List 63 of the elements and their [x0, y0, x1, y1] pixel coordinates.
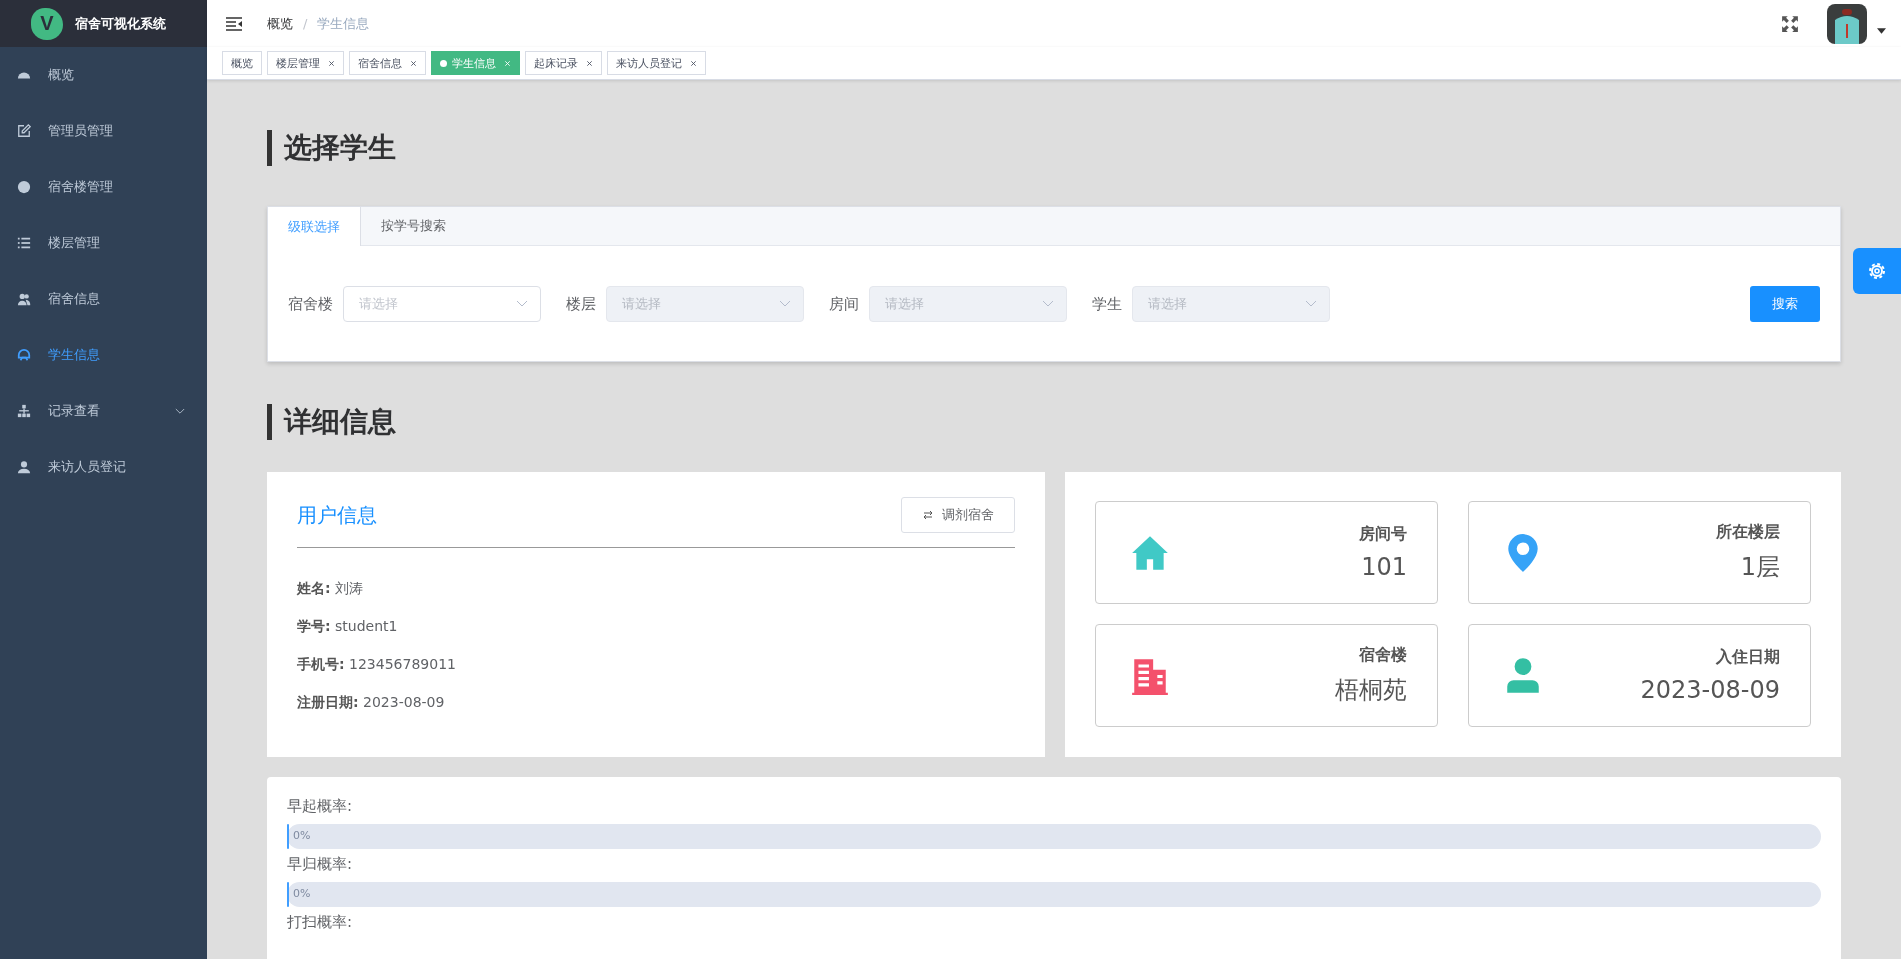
- field-label: 房间: [829, 294, 859, 314]
- stat-value: 梧桐苑: [1335, 675, 1407, 706]
- close-icon[interactable]: [690, 59, 697, 67]
- close-icon[interactable]: [586, 59, 593, 67]
- breadcrumb-item[interactable]: 概览: [267, 14, 293, 33]
- stat-label: 所在楼层: [1716, 522, 1780, 543]
- tab[interactable]: 概览: [222, 51, 262, 75]
- transfer-button[interactable]: 调剂宿舍: [901, 497, 1015, 533]
- field-label: 学生: [1092, 294, 1122, 314]
- users-icon: [17, 292, 31, 306]
- progress-text: 0%: [293, 887, 311, 900]
- caret-icon[interactable]: [1877, 27, 1886, 34]
- breadcrumb-item: 学生信息: [317, 14, 370, 33]
- list-icon: [17, 236, 31, 250]
- info-text: 手机号: 123456789011: [297, 656, 457, 674]
- tab[interactable]: 楼层管理: [267, 51, 344, 75]
- field-label: 宿舍楼: [288, 294, 333, 314]
- info-text: 姓名: 刘涛: [297, 580, 365, 598]
- tab[interactable]: 起床记录: [525, 51, 602, 75]
- edit-icon: [17, 124, 31, 138]
- section-heading: 选择学生: [267, 130, 396, 166]
- info-text: 学号: student1: [297, 618, 399, 636]
- sidebar-item[interactable]: 学生信息: [0, 327, 207, 383]
- card-title: 用户信息: [297, 501, 377, 529]
- progress-text: 0%: [293, 829, 311, 842]
- chevron-down-icon: [1042, 300, 1054, 308]
- stat-value: 2023-08-09: [1640, 676, 1780, 704]
- stat-label: 宿舍楼: [1359, 645, 1407, 666]
- sidebar-item[interactable]: 来访人员登记: [0, 439, 207, 495]
- settings-button[interactable]: [1853, 248, 1901, 294]
- rate-label: 早起概率:: [287, 797, 354, 816]
- sidebar-item[interactable]: 记录查看: [0, 383, 207, 439]
- hierarchy-icon: [17, 404, 31, 418]
- rate-label: 打扫概率:: [287, 913, 354, 932]
- user-icon: [17, 460, 31, 474]
- tab[interactable]: 来访人员登记: [607, 51, 706, 75]
- sidebar-item[interactable]: 宿舍楼管理: [0, 159, 207, 215]
- info-text: 注册日期: 2023-08-09: [297, 694, 446, 712]
- fullscreen-icon[interactable]: [1781, 14, 1799, 33]
- stat-label: 入住日期: [1716, 647, 1780, 668]
- sidebar-item[interactable]: 管理员管理: [0, 103, 207, 159]
- sidebar-item[interactable]: 宿舍信息: [0, 271, 207, 327]
- section-heading: 详细信息: [267, 404, 396, 440]
- sidebar-item[interactable]: 概览: [0, 47, 207, 103]
- close-icon[interactable]: [410, 59, 417, 67]
- tab[interactable]: 宿舍信息: [349, 51, 426, 75]
- swap-icon: [922, 509, 934, 521]
- logo-icon: V: [31, 7, 63, 40]
- breadcrumb-separator: /: [303, 16, 308, 31]
- chevron-down-icon: [516, 300, 528, 308]
- dot-icon: [440, 59, 447, 67]
- stat-value: 101: [1361, 553, 1407, 581]
- sidebar-item[interactable]: 楼层管理: [0, 215, 207, 271]
- chevron-down-icon: [1305, 300, 1317, 308]
- field-label: 楼层: [566, 294, 596, 314]
- rate-label: 早归概率:: [287, 855, 354, 874]
- tab[interactable]: 按学号搜索: [361, 207, 466, 245]
- stat-label: 房间号: [1359, 524, 1407, 545]
- chevron-down-icon: [779, 300, 791, 308]
- menu-icon[interactable]: [226, 16, 242, 31]
- app-title: 宿舍可视化系统: [75, 14, 166, 33]
- stat-value: 1层: [1740, 552, 1780, 583]
- close-icon[interactable]: [328, 59, 335, 67]
